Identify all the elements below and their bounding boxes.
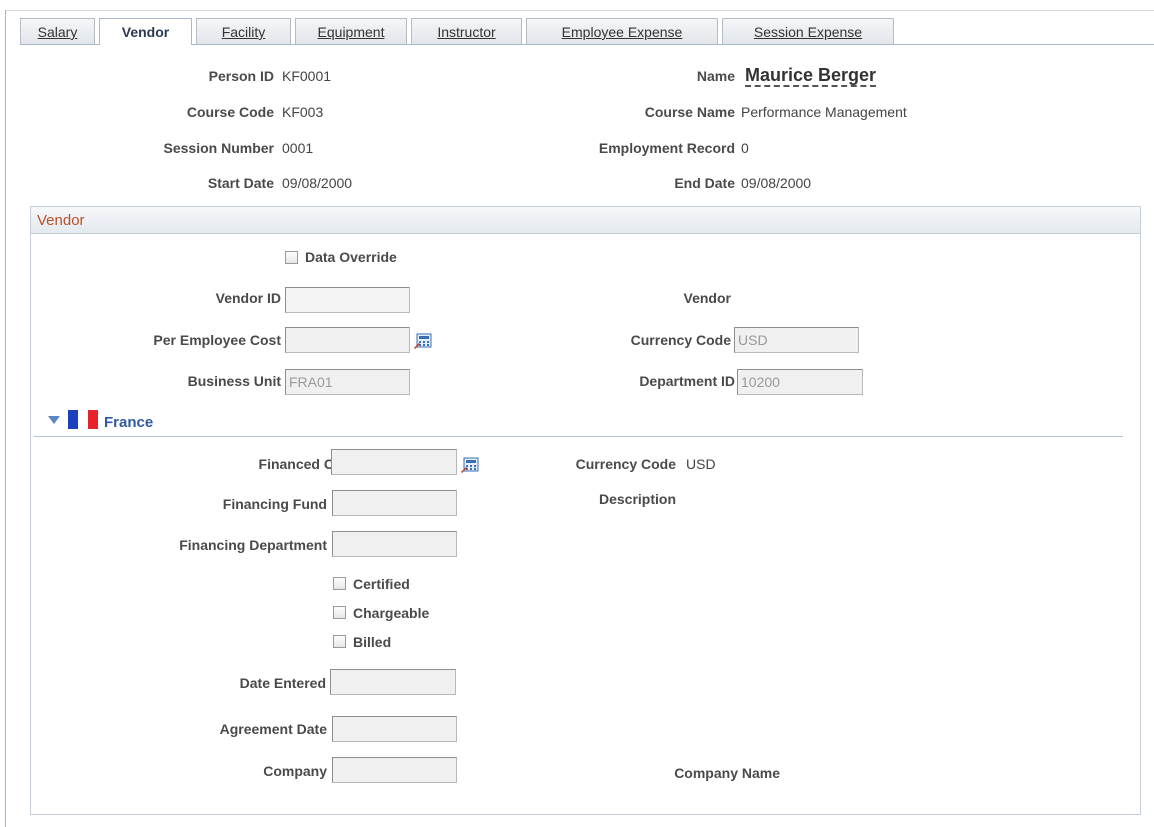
tab-facility[interactable]: Facility xyxy=(196,18,291,44)
tab-session-expense[interactable]: Session Expense xyxy=(722,18,894,44)
vendor-group: Vendor xyxy=(30,206,1141,815)
left-divider xyxy=(5,10,6,827)
certified-checkbox[interactable] xyxy=(333,577,346,590)
calculator-icon[interactable] xyxy=(414,333,432,349)
end-date-value: 09/08/2000 xyxy=(741,175,812,191)
currency-code-label: Currency Code xyxy=(630,332,731,348)
vendor-id-label: Vendor ID xyxy=(215,290,281,306)
vendor-section-title: Vendor xyxy=(31,207,1140,234)
company-input[interactable] xyxy=(332,757,457,783)
tab-instructor[interactable]: Instructor xyxy=(411,18,522,44)
data-override-label: Data Override xyxy=(305,249,397,265)
end-date-label: End Date xyxy=(674,175,735,191)
per-employee-cost-input[interactable] xyxy=(285,327,410,353)
tab-employee-expense[interactable]: Employee Expense xyxy=(526,18,718,44)
department-id-label: Department ID xyxy=(639,373,735,389)
date-entered-input[interactable] xyxy=(330,669,456,695)
financing-department-input[interactable] xyxy=(332,531,457,557)
name-label: Name xyxy=(696,68,735,84)
company-label: Company xyxy=(263,763,327,779)
triangle-down-icon[interactable] xyxy=(48,416,60,424)
vendor-id-input[interactable] xyxy=(285,287,410,313)
start-date-value: 09/08/2000 xyxy=(282,175,353,191)
course-code-label: Course Code xyxy=(186,104,274,120)
financing-fund-input[interactable] xyxy=(332,490,457,516)
start-date-label: Start Date xyxy=(207,175,274,191)
session-number-label: Session Number xyxy=(163,140,274,156)
person-name-link[interactable]: Maurice Berger xyxy=(745,65,877,87)
tab-vendor[interactable]: Vendor xyxy=(99,18,192,45)
france-section-title[interactable]: France xyxy=(104,414,153,431)
course-name-label: Course Name xyxy=(644,104,735,120)
date-entered-label: Date Entered xyxy=(239,675,326,691)
company-name-label: Company Name xyxy=(674,765,780,781)
description-label: Description xyxy=(598,491,676,507)
department-id-input[interactable] xyxy=(737,369,863,395)
billed-checkbox[interactable] xyxy=(333,635,346,648)
data-override-checkbox[interactable] xyxy=(285,251,298,264)
per-employee-cost-label: Per Employee Cost xyxy=(153,332,281,348)
person-id-label: Person ID xyxy=(208,68,274,84)
person-id-value: KF0001 xyxy=(282,68,332,84)
calculator-icon[interactable] xyxy=(461,457,479,473)
employment-record-value: 0 xyxy=(741,140,749,156)
tab-bar: Salary Vendor Facility Equipment Instruc… xyxy=(20,18,1154,45)
chargeable-label: Chargeable xyxy=(353,605,430,621)
currency-code-input[interactable] xyxy=(734,327,859,353)
billed-label: Billed xyxy=(353,634,392,650)
session-number-value: 0001 xyxy=(282,140,314,156)
tab-equipment[interactable]: Equipment xyxy=(295,18,407,44)
certified-label: Certified xyxy=(353,576,410,592)
financing-department-label: Financing Department xyxy=(179,537,327,553)
business-unit-label: Business Unit xyxy=(187,373,281,389)
france-currency-code-value: USD xyxy=(686,456,716,472)
agreement-date-label: Agreement Date xyxy=(219,721,327,737)
france-flag-icon xyxy=(68,410,98,429)
france-divider xyxy=(34,436,1123,437)
financed-cost-input[interactable] xyxy=(331,449,457,475)
business-unit-input[interactable] xyxy=(285,369,410,395)
france-currency-code-label: Currency Code xyxy=(575,456,676,472)
financing-fund-label: Financing Fund xyxy=(222,496,327,512)
tab-salary[interactable]: Salary xyxy=(20,18,95,44)
agreement-date-input[interactable] xyxy=(332,716,457,742)
course-code-value: KF003 xyxy=(282,104,324,120)
top-divider xyxy=(5,10,1154,11)
course-name-value: Performance Management xyxy=(741,104,907,120)
vendor-name-label: Vendor xyxy=(683,290,731,306)
chargeable-checkbox[interactable] xyxy=(333,606,346,619)
employment-record-label: Employment Record xyxy=(598,140,735,156)
